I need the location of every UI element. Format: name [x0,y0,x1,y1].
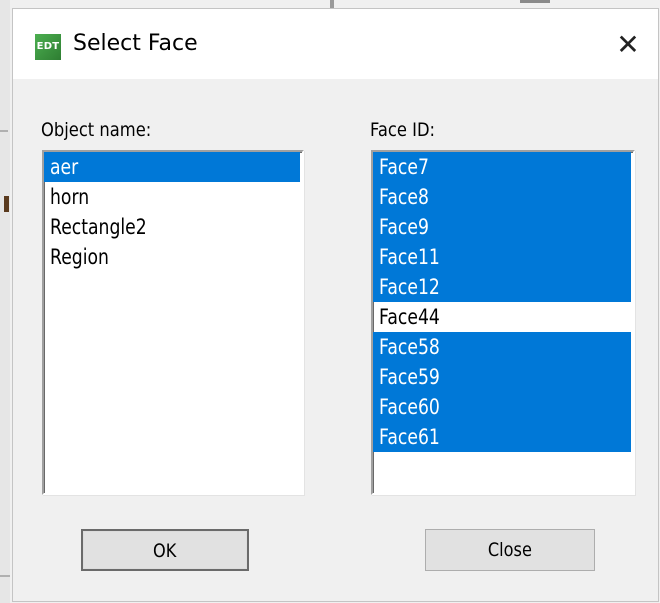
face-list-item[interactable]: Face8 [373,182,631,212]
background-artifact [0,130,8,132]
object-name-listbox[interactable]: aer horn Rectangle2 Region [42,150,304,495]
face-list-item[interactable]: Face12 [373,272,631,302]
object-name-label: Object name: [41,119,152,141]
ok-button-label: OK [153,540,177,562]
face-list-item-label: Face9 [379,215,429,239]
face-list-item-label: Face58 [379,335,440,359]
dialog-title: Select Face [73,31,198,56]
title-bar[interactable]: EDT Select Face ✕ [13,9,658,79]
face-list-item[interactable]: Face44 [373,302,631,332]
object-list-item-label: Region [50,245,109,269]
close-button[interactable]: Close [425,529,595,571]
face-list-item-label: Face8 [379,185,429,209]
face-list-item-label: Face7 [379,155,429,179]
face-list-item[interactable]: Face9 [373,212,631,242]
object-list-item-label: Rectangle2 [50,215,147,239]
face-id-listbox[interactable]: Face7 Face8 Face9 Face11 Face12 Face44 Face58 F… [371,150,635,495]
face-list-item[interactable]: Face11 [373,242,631,272]
face-list-item[interactable]: Face58 [373,332,631,362]
face-list-item-label: Face60 [379,395,440,419]
face-list-item[interactable]: Face60 [373,392,631,422]
face-list-item-label: Face61 [379,425,440,449]
object-list-item[interactable]: Rectangle2 [44,212,302,242]
ok-button[interactable]: OK [81,529,249,571]
face-list-item-label: Face44 [379,305,440,329]
background-window-edge [0,0,10,603]
close-icon[interactable]: ✕ [608,27,648,63]
face-list-item-label: Face11 [379,245,440,269]
object-list-item[interactable]: aer [44,152,300,182]
object-list-item[interactable]: horn [44,182,302,212]
face-list-item[interactable]: Face59 [373,362,631,392]
face-list-item-label: Face12 [379,275,440,299]
app-logo-icon: EDT [35,34,61,60]
object-list-item[interactable]: Region [44,242,302,272]
select-face-dialog: EDT Select Face ✕ Object name: Face ID: … [12,8,659,602]
object-list-item-label: horn [50,185,90,209]
face-list-item[interactable]: Face7 [373,152,631,182]
background-artifact [0,575,10,577]
close-button-label: Close [487,539,532,561]
background-artifact [520,0,550,3]
object-list-item-label: aer [50,155,79,179]
background-artifact [4,196,9,212]
face-id-label: Face ID: [370,119,436,141]
face-list-item-label: Face59 [379,365,440,389]
face-list-item[interactable]: Face61 [373,422,631,452]
